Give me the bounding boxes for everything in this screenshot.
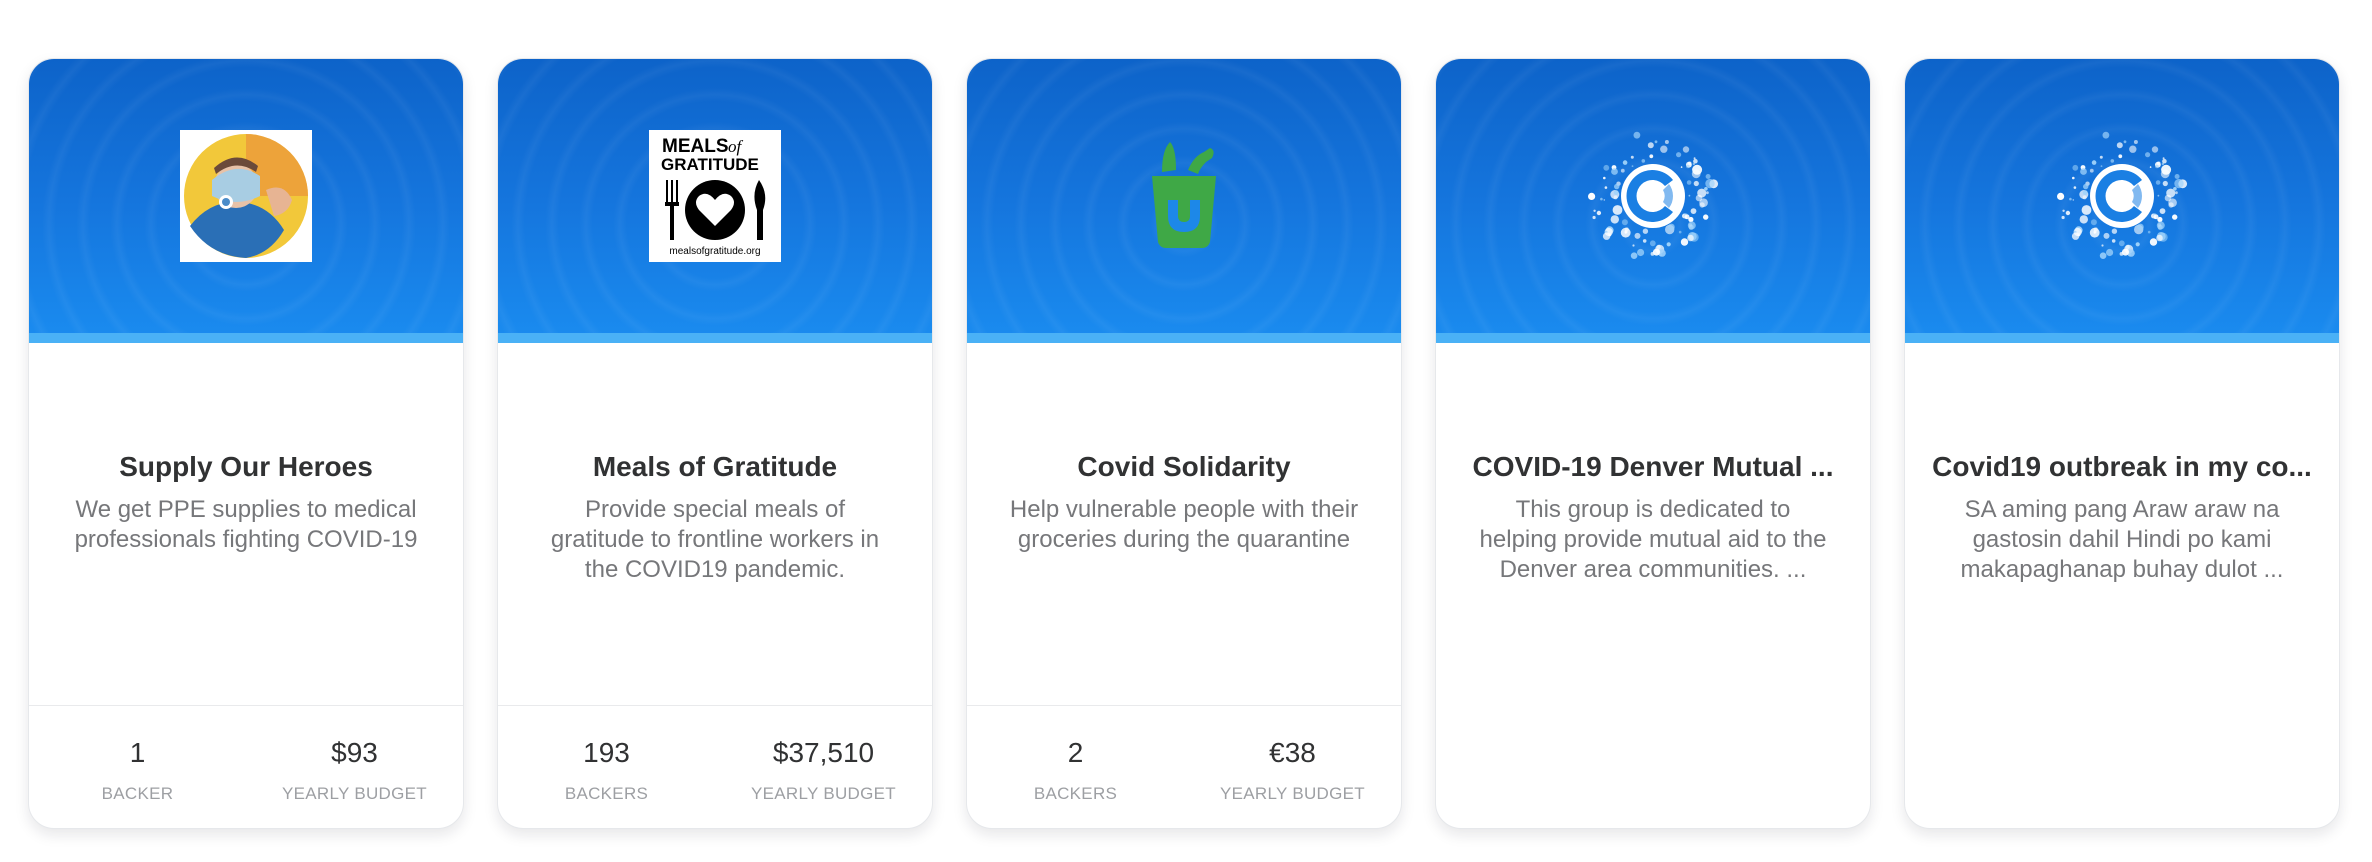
svg-text:mealsofgratitude.org: mealsofgratitude.org — [669, 246, 760, 257]
svg-text:MEALS: MEALS — [662, 136, 729, 157]
collective-description: This group is dedicated to helping provi… — [1479, 496, 1827, 583]
backers-count: 1 — [129, 737, 146, 768]
budget-stat: $93 YEARLY BUDGET — [246, 706, 463, 828]
opencollective-covid-logo-icon[interactable] — [2056, 130, 2188, 262]
collective-description: We get PPE supplies to medical professio… — [74, 496, 418, 553]
budget-stat: $37,510 YEARLY BUDGET — [715, 706, 932, 828]
grocery-bag-logo-icon[interactable] — [1118, 130, 1250, 262]
collective-card-covid19-denver-mutual[interactable]: COVID-19 Denver Mutual ... This group is… — [1435, 58, 1871, 829]
yearly-budget-label: YEARLY BUDGET — [751, 784, 896, 803]
collective-card-covid-solidarity[interactable]: Covid Solidarity Help vulnerable people … — [966, 58, 1402, 829]
collective-stats: 2 BACKERS €38 YEARLY BUDGET — [967, 705, 1401, 828]
collective-description: Help vulnerable people with their grocer… — [1009, 496, 1359, 553]
collective-card-meals-of-gratitude[interactable]: MEALS of GRATITUDE mealsofgratitude.org … — [497, 58, 933, 829]
collective-card-covid19-outbreak[interactable]: Covid19 outbreak in my co... SA aming pa… — [1904, 58, 2340, 829]
collective-stats: 1 BACKER $93 YEARLY BUDGET — [29, 705, 463, 828]
budget-stat: €38 YEARLY BUDGET — [1184, 706, 1401, 828]
collective-description: Provide special meals of gratitude to fr… — [550, 496, 880, 583]
yearly-budget-amount: €38 — [1269, 737, 1316, 768]
svg-text:GRATITUDE: GRATITUDE — [661, 155, 759, 174]
yearly-budget-amount: $37,510 — [772, 737, 875, 768]
collective-cards-row: Supply Our Heroes We get PPE supplies to… — [28, 58, 2340, 829]
backers-label: BACKERS — [564, 784, 649, 803]
yearly-budget-label: YEARLY BUDGET — [1220, 784, 1365, 803]
opencollective-covid-logo-icon[interactable] — [1587, 130, 1719, 262]
collective-title[interactable]: COVID-19 Denver Mutual ... — [1456, 449, 1850, 485]
backers-label: BACKER — [101, 784, 174, 803]
yearly-budget-amount: $93 — [331, 737, 378, 768]
meals-of-gratitude-logo-icon[interactable]: MEALS of GRATITUDE mealsofgratitude.org — [649, 130, 781, 262]
yearly-budget-label: YEARLY BUDGET — [282, 784, 427, 803]
collective-description: SA aming pang Araw araw na gastosin dahi… — [1960, 496, 2284, 583]
supply-our-heroes-logo-icon[interactable] — [180, 130, 312, 262]
backers-stat: 2 BACKERS — [967, 706, 1184, 828]
collective-title[interactable]: Meals of Gratitude — [518, 449, 912, 485]
collective-card-supply-our-heroes[interactable]: Supply Our Heroes We get PPE supplies to… — [28, 58, 464, 829]
collective-title[interactable]: Supply Our Heroes — [49, 449, 443, 485]
backers-count: 2 — [1067, 737, 1084, 768]
svg-text:of: of — [728, 137, 744, 156]
collective-stats: 193 BACKERS $37,510 YEARLY BUDGET — [498, 705, 932, 828]
backers-stat: 1 BACKER — [29, 706, 246, 828]
collective-title[interactable]: Covid19 outbreak in my co... — [1925, 449, 2319, 485]
backers-stat: 193 BACKERS — [498, 706, 715, 828]
backers-count: 193 — [583, 737, 630, 768]
backers-label: BACKERS — [1033, 784, 1118, 803]
collective-title[interactable]: Covid Solidarity — [987, 449, 1381, 485]
